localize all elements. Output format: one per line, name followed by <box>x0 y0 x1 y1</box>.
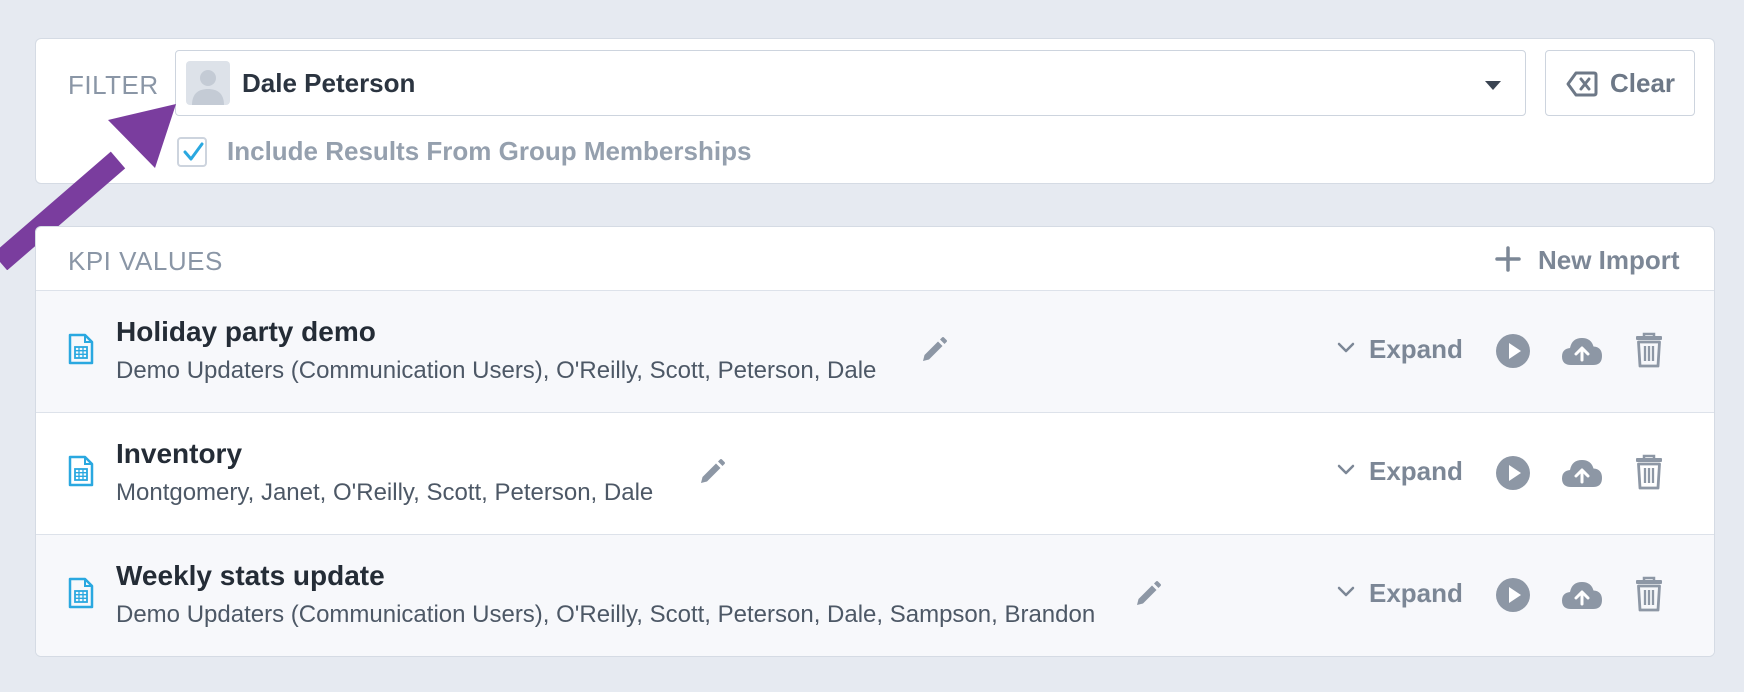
dropdown-caret-icon[interactable] <box>1485 81 1501 90</box>
expand-button[interactable]: Expand <box>1336 578 1463 612</box>
cloud-upload-icon[interactable] <box>1560 335 1604 367</box>
cloud-upload-icon[interactable] <box>1560 579 1604 611</box>
kpi-row: Inventory Montgomery, Janet, O'Reilly, S… <box>36 413 1714 535</box>
kpi-row-title: Weekly stats update <box>116 560 385 591</box>
page: FILTER Dale Peterson Clear Include Resul… <box>0 0 1744 692</box>
play-icon[interactable] <box>1495 333 1531 369</box>
chevron-down-icon <box>1337 586 1355 597</box>
spreadsheet-file-icon <box>68 577 94 609</box>
trash-icon[interactable] <box>1634 332 1664 368</box>
play-icon[interactable] <box>1495 577 1531 613</box>
trash-icon[interactable] <box>1634 454 1664 490</box>
include-groups-label[interactable]: Include Results From Group Memberships <box>227 136 751 167</box>
kpi-row: Holiday party demo Demo Updaters (Commun… <box>36 291 1714 413</box>
expand-label: Expand <box>1369 578 1463 608</box>
spreadsheet-file-icon <box>68 333 94 365</box>
kpi-row-users: Demo Updaters (Communication Users), O'R… <box>116 357 877 384</box>
kpi-row-title: Inventory <box>116 438 243 469</box>
spreadsheet-file-icon <box>68 455 94 487</box>
kpi-title: KPI VALUES <box>68 246 223 276</box>
expand-label: Expand <box>1369 456 1463 486</box>
backspace-clear-icon <box>1566 71 1598 97</box>
play-icon[interactable] <box>1495 455 1531 491</box>
expand-button[interactable]: Expand <box>1336 334 1463 368</box>
kpi-row: Weekly stats update Demo Updaters (Commu… <box>36 535 1714 656</box>
expand-button[interactable]: Expand <box>1336 456 1463 490</box>
cloud-upload-icon[interactable] <box>1560 457 1604 489</box>
kpi-row-users: Demo Updaters (Communication Users), O'R… <box>116 601 1096 628</box>
edit-pencil-icon[interactable] <box>1134 580 1162 608</box>
expand-label: Expand <box>1369 334 1463 364</box>
new-import-label: New Import <box>1538 245 1680 275</box>
kpi-row-title: Holiday party demo <box>116 316 376 347</box>
new-import-button[interactable]: New Import <box>1494 243 1682 277</box>
trash-icon[interactable] <box>1634 576 1664 612</box>
edit-pencil-icon[interactable] <box>698 458 726 486</box>
avatar-placeholder-icon <box>186 61 230 105</box>
clear-button[interactable]: Clear <box>1545 50 1695 116</box>
chevron-down-icon <box>1337 342 1355 353</box>
kpi-row-users: Montgomery, Janet, O'Reilly, Scott, Pete… <box>116 479 654 506</box>
chevron-down-icon <box>1337 464 1355 475</box>
user-filter-select[interactable]: Dale Peterson <box>175 50 1526 116</box>
kpi-header: KPI VALUES New Import <box>36 227 1714 291</box>
edit-pencil-icon[interactable] <box>920 336 948 364</box>
filter-panel: FILTER Dale Peterson Clear Include Resul… <box>35 38 1715 184</box>
clear-label: Clear <box>1610 68 1676 98</box>
kpi-values-panel: KPI VALUES New Import Holiday party demo… <box>35 226 1715 657</box>
plus-icon <box>1495 246 1521 272</box>
selected-user: Dale Peterson <box>242 68 416 98</box>
